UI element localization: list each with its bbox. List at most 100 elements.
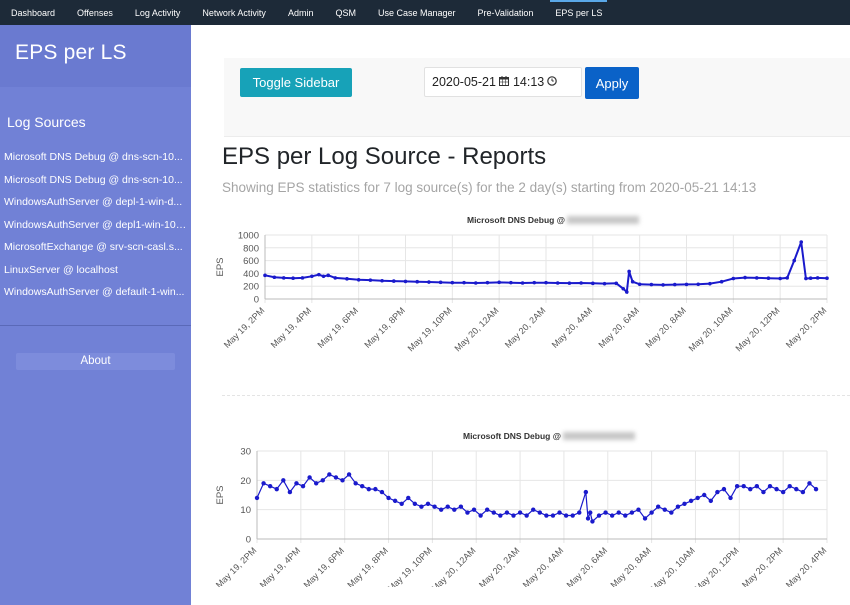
data-point[interactable] [614,281,619,286]
data-point[interactable] [517,510,523,515]
data-point[interactable] [642,516,648,521]
data-point[interactable] [484,507,490,512]
data-point[interactable] [688,498,694,504]
log-source-item[interactable]: WindowsAuthServer @ default-1-win... [0,281,188,304]
data-point[interactable] [696,282,701,287]
data-point[interactable] [623,513,628,518]
data-point[interactable] [808,276,813,280]
data-point[interactable] [766,276,771,280]
data-point[interactable] [450,280,455,285]
data-point[interactable] [557,510,562,515]
data-point[interactable] [445,504,450,509]
data-point[interactable] [682,501,687,506]
data-point[interactable] [504,510,510,515]
nav-item-dashboard[interactable]: Dashboard [0,0,66,25]
data-point[interactable] [555,281,560,285]
data-point[interactable] [708,281,712,286]
data-point[interactable] [438,507,444,512]
data-point[interactable] [458,504,464,509]
log-source-item[interactable]: LinuxServer @ localhost [0,259,188,282]
data-point[interactable] [825,276,829,280]
data-point[interactable] [585,516,591,521]
data-point[interactable] [767,484,773,489]
data-point[interactable] [577,510,582,515]
log-source-item[interactable]: WindowsAuthServer @ depl1-win-10.1... [0,214,188,237]
data-point[interactable] [616,510,621,515]
data-point[interactable] [708,498,714,504]
data-point[interactable] [333,475,339,480]
data-point[interactable] [452,507,457,512]
data-point[interactable] [567,281,572,285]
data-point[interactable] [524,513,529,518]
data-point[interactable] [366,486,372,492]
data-point[interactable] [274,486,279,492]
data-point[interactable] [702,492,707,498]
data-point[interactable] [497,280,501,285]
data-point[interactable] [544,513,549,518]
data-point[interactable] [391,279,396,283]
data-point[interactable] [780,489,786,495]
data-point[interactable] [627,269,631,274]
data-point[interactable] [281,276,286,280]
data-point[interactable] [721,486,727,492]
nav-item-use-case-manager[interactable]: Use Case Manager [367,0,467,25]
data-point[interactable] [380,278,384,283]
data-point[interactable] [326,273,331,278]
data-point[interactable] [799,240,804,244]
data-point[interactable] [774,486,779,492]
data-point[interactable] [661,283,665,287]
data-point[interactable] [624,290,629,294]
data-point[interactable] [498,513,503,518]
data-point[interactable] [603,510,608,515]
data-point[interactable] [313,481,319,486]
data-point[interactable] [340,478,345,483]
data-point[interactable] [695,495,700,501]
data-point[interactable] [465,510,470,515]
data-point[interactable] [272,275,277,280]
data-point[interactable] [630,279,635,284]
data-point[interactable] [478,513,483,518]
data-point[interactable] [327,472,332,477]
data-point[interactable] [649,510,654,515]
data-point[interactable] [415,279,420,284]
data-point[interactable] [669,510,674,515]
data-point[interactable] [672,282,677,287]
data-point[interactable] [485,280,490,285]
clock-icon[interactable] [547,75,558,89]
nav-item-admin[interactable]: Admin [277,0,325,25]
data-point[interactable] [655,504,661,509]
nav-item-eps-per-ls[interactable]: EPS per LS [544,0,613,25]
data-point[interactable] [294,481,299,486]
data-point[interactable] [345,277,349,281]
data-point[interactable] [392,498,398,504]
data-point[interactable] [563,513,569,518]
data-point[interactable] [403,279,408,284]
data-point[interactable] [537,510,543,515]
data-point[interactable] [373,486,378,492]
data-point[interactable] [261,481,266,486]
data-point[interactable] [588,510,593,515]
data-point[interactable] [813,486,819,492]
data-point[interactable] [531,507,536,512]
calendar-icon[interactable] [498,75,509,89]
data-point[interactable] [432,504,437,509]
data-point[interactable] [715,489,720,495]
data-point[interactable] [346,472,352,477]
data-point[interactable] [741,484,746,489]
data-point[interactable] [602,281,607,286]
data-point[interactable] [754,484,760,489]
log-source-item[interactable]: MicrosoftExchange @ srv-scn-casl.s... [0,236,188,259]
data-point[interactable] [807,481,812,486]
data-point[interactable] [333,276,338,280]
apply-button[interactable]: Apply [585,67,639,99]
nav-item-qsm[interactable]: QSM [324,0,367,25]
data-point[interactable] [386,495,391,501]
data-point[interactable] [590,519,595,524]
data-point[interactable] [591,281,595,286]
nav-item-log-activity[interactable]: Log Activity [124,0,192,25]
data-point[interactable] [321,274,326,279]
nav-item-pre-validation[interactable]: Pre-Validation [467,0,545,25]
data-point[interactable] [743,275,747,280]
data-point[interactable] [509,280,513,285]
toggle-sidebar-button[interactable]: Toggle Sidebar [240,68,352,97]
